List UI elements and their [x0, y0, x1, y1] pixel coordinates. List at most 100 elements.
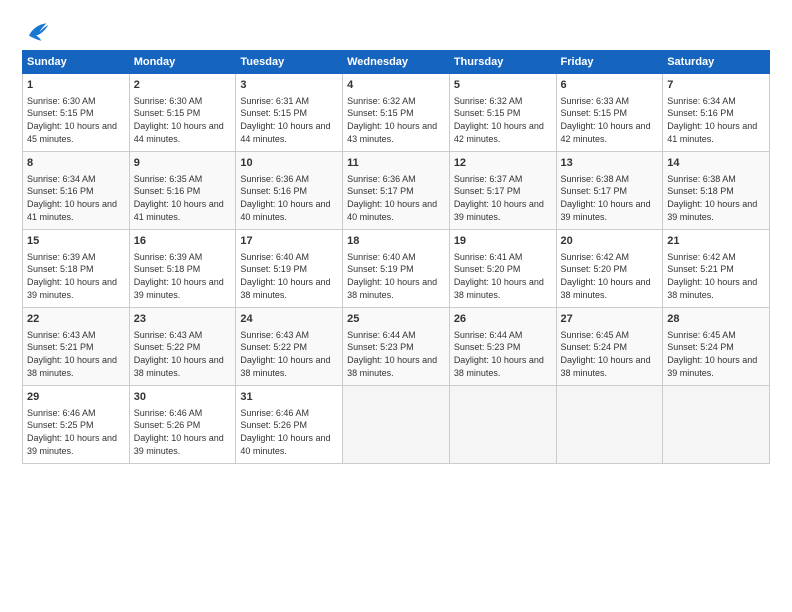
day-number: 26 — [454, 312, 552, 327]
calendar-cell: 15Sunrise: 6:39 AMSunset: 5:18 PMDayligh… — [23, 230, 130, 308]
day-number: 25 — [347, 312, 445, 327]
calendar-cell: 29 Sunrise: 6:46 AMSunset: 5:25 PMDayligh… — [23, 386, 130, 464]
day-info: Sunrise: 6:37 AMSunset: 5:17 PMDaylight:… — [454, 173, 552, 223]
day-number: 20 — [561, 234, 659, 249]
calendar-cell: 18 Sunrise: 6:40 AMSunset: 5:19 PMDayligh… — [343, 230, 450, 308]
day-info: Sunrise: 6:30 AMSunset: 5:15 PMDaylight:… — [134, 95, 232, 145]
calendar-cell: 28 Sunrise: 6:45 AMSunset: 5:24 PMDayligh… — [663, 308, 770, 386]
calendar-cell: 11 Sunrise: 6:36 AMSunset: 5:17 PMDayligh… — [343, 152, 450, 230]
day-info: Sunrise: 6:45 AMSunset: 5:24 PMDaylight:… — [561, 329, 659, 379]
calendar-cell: 5Sunrise: 6:32 AMSunset: 5:15 PMDaylight… — [449, 74, 556, 152]
day-info: Sunrise: 6:40 AMSunset: 5:19 PMDaylight:… — [347, 251, 445, 301]
calendar-cell: 8 Sunrise: 6:34 AMSunset: 5:16 PMDaylight… — [23, 152, 130, 230]
day-number: 31 — [240, 390, 338, 405]
day-number: 24 — [240, 312, 338, 327]
day-number: 3 — [240, 78, 338, 93]
calendar-cell: 10 Sunrise: 6:36 AMSunset: 5:16 PMDayligh… — [236, 152, 343, 230]
day-info: Sunrise: 6:34 AMSunset: 5:16 PMDaylight:… — [27, 173, 125, 223]
day-info: Sunrise: 6:38 AMSunset: 5:18 PMDaylight:… — [667, 173, 765, 223]
logo — [22, 18, 54, 46]
day-number: 23 — [134, 312, 232, 327]
day-info: Sunrise: 6:43 AMSunset: 5:22 PMDaylight:… — [134, 329, 232, 379]
calendar-cell — [343, 386, 450, 464]
calendar-cell: 19Sunrise: 6:41 AMSunset: 5:20 PMDayligh… — [449, 230, 556, 308]
weekday-header-saturday: Saturday — [663, 51, 770, 74]
calendar-cell: 27 Sunrise: 6:45 AMSunset: 5:24 PMDayligh… — [556, 308, 663, 386]
calendar-table: SundayMondayTuesdayWednesdayThursdayFrid… — [22, 50, 770, 464]
calendar-cell: 31 Sunrise: 6:46 AMSunset: 5:26 PMDayligh… — [236, 386, 343, 464]
day-number: 18 — [347, 234, 445, 249]
day-info: Sunrise: 6:40 AMSunset: 5:19 PMDaylight:… — [240, 251, 338, 301]
day-info: Sunrise: 6:36 AMSunset: 5:16 PMDaylight:… — [240, 173, 338, 223]
day-info: Sunrise: 6:44 AMSunset: 5:23 PMDaylight:… — [347, 329, 445, 379]
day-info: Sunrise: 6:34 AMSunset: 5:16 PMDaylight:… — [667, 95, 765, 145]
calendar-week-3: 15 Sunrise: 6:39 AMSunset: 5:18 PMDayligh… — [23, 230, 770, 308]
day-number: 14 — [667, 156, 765, 171]
calendar-cell: 13 Sunrise: 6:38 AMSunset: 5:17 PMDayligh… — [556, 152, 663, 230]
day-info: Sunrise: 6:30 AMSunset: 5:15 PMDaylight:… — [27, 95, 125, 145]
calendar-cell — [449, 386, 556, 464]
logo-bird-icon — [22, 18, 50, 46]
day-info: Sunrise: 6:36 AMSunset: 5:17 PMDaylight:… — [347, 173, 445, 223]
day-info: Sunrise: 6:33 AMSunset: 5:15 PMDaylight:… — [561, 95, 659, 145]
calendar-cell: 2 Sunrise: 6:30 AMSunset: 5:15 PMDaylight… — [129, 74, 236, 152]
calendar-week-5: 29 Sunrise: 6:46 AMSunset: 5:25 PMDayligh… — [23, 386, 770, 464]
day-info: Sunrise: 6:46 AMSunset: 5:26 PMDaylight:… — [240, 407, 338, 457]
calendar-cell: 24 Sunrise: 6:43 AMSunset: 5:22 PMDayligh… — [236, 308, 343, 386]
day-number: 27 — [561, 312, 659, 327]
day-number: 13 — [561, 156, 659, 171]
calendar-cell — [556, 386, 663, 464]
day-info: Sunrise: 6:43 AMSunset: 5:21 PMDaylight:… — [27, 329, 125, 379]
day-number: 30 — [134, 390, 232, 405]
calendar-cell: 17Sunrise: 6:40 AMSunset: 5:19 PMDayligh… — [236, 230, 343, 308]
calendar-week-2: 8 Sunrise: 6:34 AMSunset: 5:16 PMDaylight… — [23, 152, 770, 230]
calendar-cell: 20 Sunrise: 6:42 AMSunset: 5:20 PMDayligh… — [556, 230, 663, 308]
day-number: 12 — [454, 156, 552, 171]
day-number: 19 — [454, 234, 552, 249]
day-info: Sunrise: 6:46 AMSunset: 5:25 PMDaylight:… — [27, 407, 125, 457]
day-info: Sunrise: 6:44 AMSunset: 5:23 PMDaylight:… — [454, 329, 552, 379]
day-number: 15 — [27, 234, 125, 249]
weekday-header-friday: Friday — [556, 51, 663, 74]
calendar-cell: 4Sunrise: 6:32 AMSunset: 5:15 PMDaylight… — [343, 74, 450, 152]
calendar-cell: 21Sunrise: 6:42 AMSunset: 5:21 PMDayligh… — [663, 230, 770, 308]
day-info: Sunrise: 6:35 AMSunset: 5:16 PMDaylight:… — [134, 173, 232, 223]
calendar-cell: 1 Sunrise: 6:30 AMSunset: 5:15 PMDaylight… — [23, 74, 130, 152]
weekday-header-monday: Monday — [129, 51, 236, 74]
calendar-cell: 30 Sunrise: 6:46 AMSunset: 5:26 PMDayligh… — [129, 386, 236, 464]
weekday-header-wednesday: Wednesday — [343, 51, 450, 74]
day-info: Sunrise: 6:32 AMSunset: 5:15 PMDaylight:… — [454, 95, 552, 145]
day-number: 7 — [667, 78, 765, 93]
calendar-cell: 14 Sunrise: 6:38 AMSunset: 5:18 PMDayligh… — [663, 152, 770, 230]
calendar-cell: 25 Sunrise: 6:44 AMSunset: 5:23 PMDayligh… — [343, 308, 450, 386]
calendar-week-4: 22Sunrise: 6:43 AMSunset: 5:21 PMDayligh… — [23, 308, 770, 386]
header — [22, 18, 770, 46]
day-info: Sunrise: 6:42 AMSunset: 5:20 PMDaylight:… — [561, 251, 659, 301]
day-info: Sunrise: 6:45 AMSunset: 5:24 PMDaylight:… — [667, 329, 765, 379]
calendar-cell: 6Sunrise: 6:33 AMSunset: 5:15 PMDaylight… — [556, 74, 663, 152]
day-number: 2 — [134, 78, 232, 93]
day-info: Sunrise: 6:39 AMSunset: 5:18 PMDaylight:… — [134, 251, 232, 301]
day-info: Sunrise: 6:46 AMSunset: 5:26 PMDaylight:… — [134, 407, 232, 457]
calendar-cell: 12 Sunrise: 6:37 AMSunset: 5:17 PMDayligh… — [449, 152, 556, 230]
day-number: 16 — [134, 234, 232, 249]
calendar-cell: 7 Sunrise: 6:34 AMSunset: 5:16 PMDaylight… — [663, 74, 770, 152]
day-number: 8 — [27, 156, 125, 171]
day-number: 10 — [240, 156, 338, 171]
weekday-header-thursday: Thursday — [449, 51, 556, 74]
day-info: Sunrise: 6:32 AMSunset: 5:15 PMDaylight:… — [347, 95, 445, 145]
calendar-week-1: 1 Sunrise: 6:30 AMSunset: 5:15 PMDaylight… — [23, 74, 770, 152]
calendar-cell: 9Sunrise: 6:35 AMSunset: 5:16 PMDaylight… — [129, 152, 236, 230]
day-info: Sunrise: 6:43 AMSunset: 5:22 PMDaylight:… — [240, 329, 338, 379]
calendar-cell: 22Sunrise: 6:43 AMSunset: 5:21 PMDayligh… — [23, 308, 130, 386]
day-info: Sunrise: 6:38 AMSunset: 5:17 PMDaylight:… — [561, 173, 659, 223]
day-number: 28 — [667, 312, 765, 327]
day-info: Sunrise: 6:31 AMSunset: 5:15 PMDaylight:… — [240, 95, 338, 145]
calendar-cell: 16 Sunrise: 6:39 AMSunset: 5:18 PMDayligh… — [129, 230, 236, 308]
day-number: 29 — [27, 390, 125, 405]
day-number: 1 — [27, 78, 125, 93]
calendar-cell: 3 Sunrise: 6:31 AMSunset: 5:15 PMDaylight… — [236, 74, 343, 152]
calendar-cell: 26 Sunrise: 6:44 AMSunset: 5:23 PMDayligh… — [449, 308, 556, 386]
weekday-header-tuesday: Tuesday — [236, 51, 343, 74]
day-number: 11 — [347, 156, 445, 171]
